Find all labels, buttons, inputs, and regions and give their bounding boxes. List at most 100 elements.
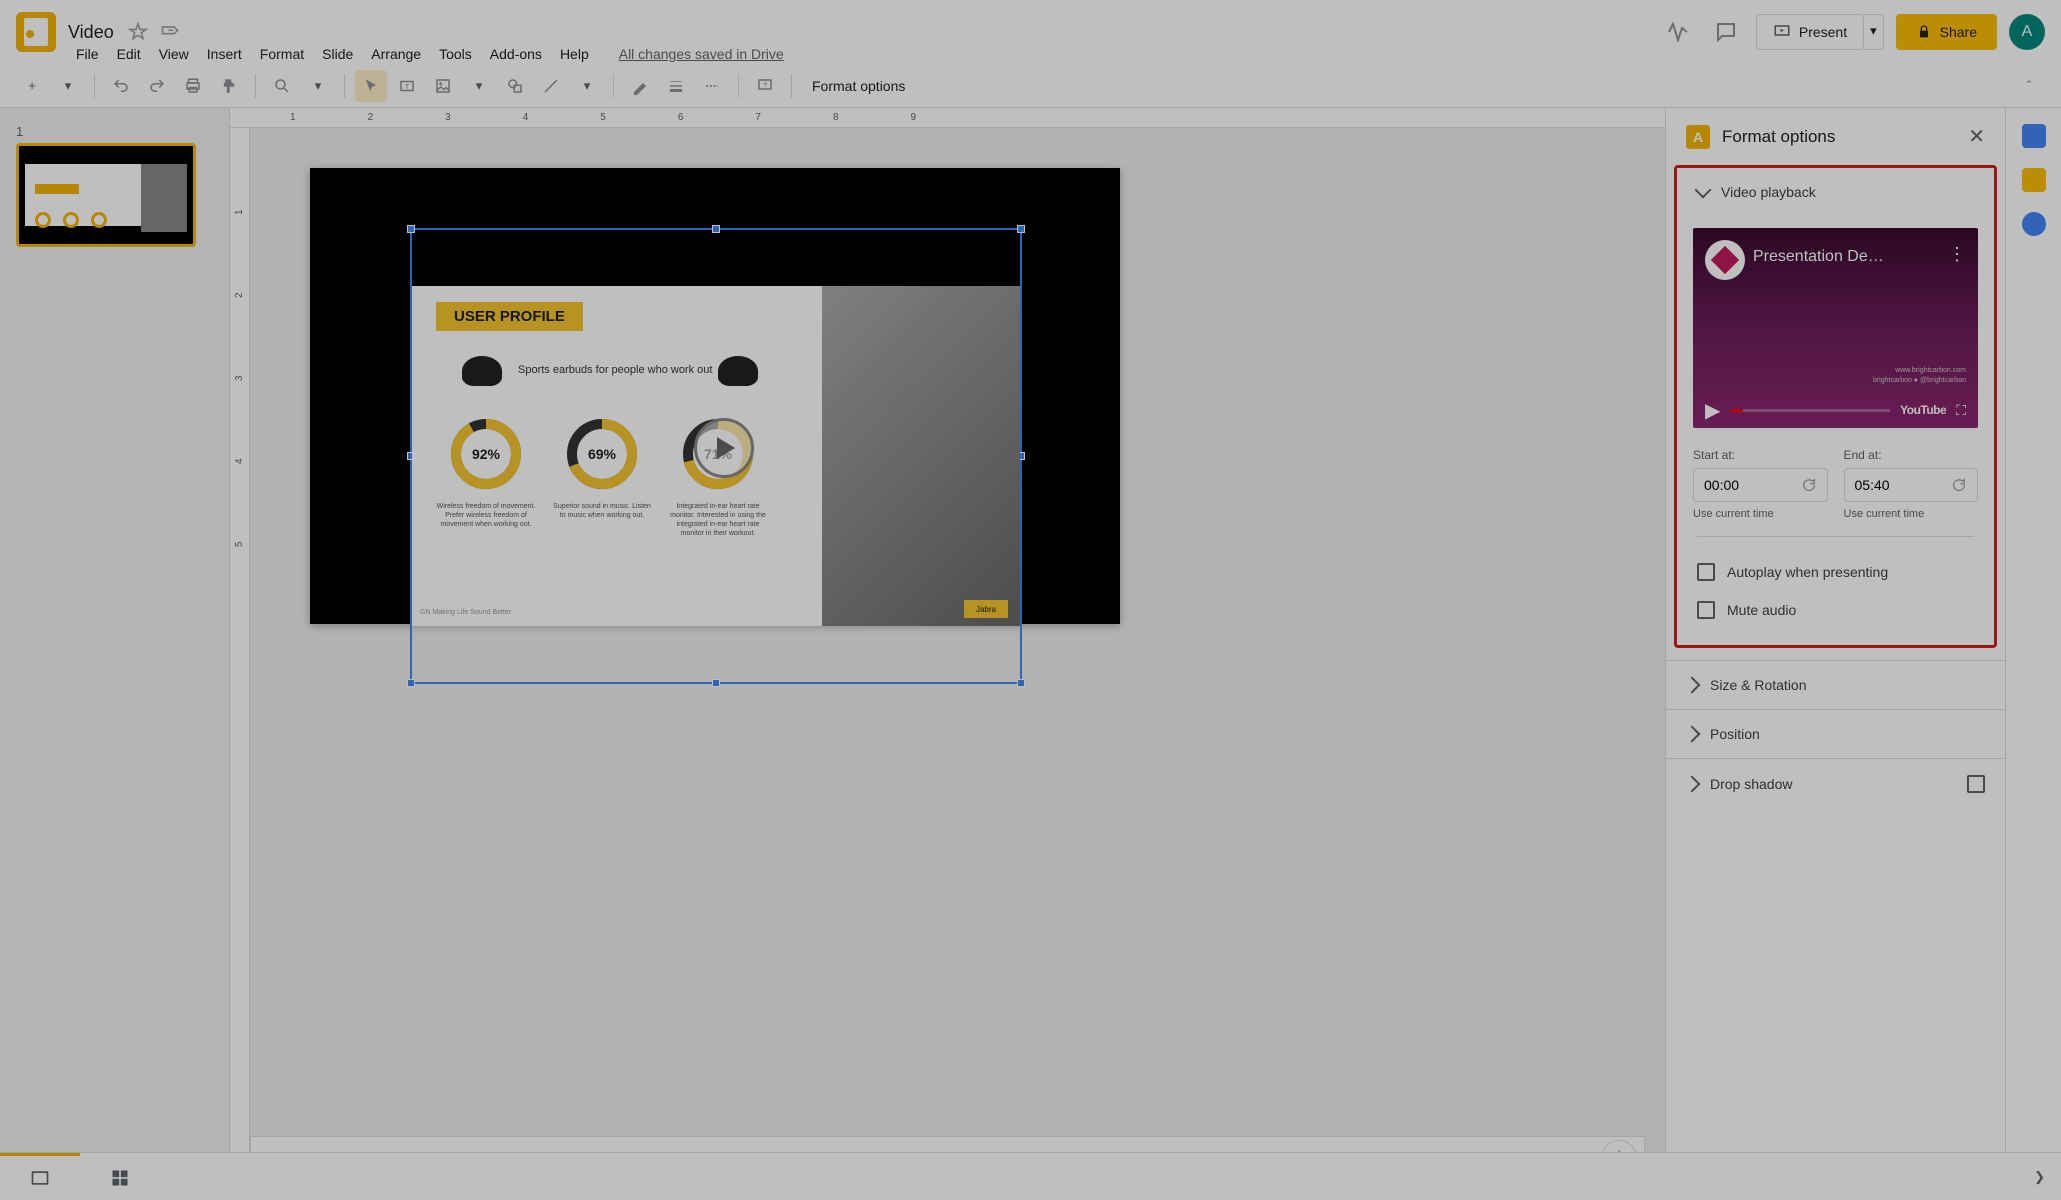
tasks-icon[interactable] <box>2022 212 2046 236</box>
border-weight-button[interactable] <box>660 70 692 102</box>
print-button[interactable] <box>177 70 209 102</box>
slide-canvas[interactable]: USER PROFILE Sports earbuds for people w… <box>310 168 1120 624</box>
present-dropdown[interactable]: ▾ <box>1864 14 1884 50</box>
svg-text:+: + <box>763 78 768 88</box>
menu-edit[interactable]: Edit <box>109 42 149 66</box>
menu-help[interactable]: Help <box>552 42 597 66</box>
slide-number: 1 <box>16 124 213 139</box>
menu-arrange[interactable]: Arrange <box>363 42 429 66</box>
select-tool[interactable] <box>355 70 387 102</box>
stat-desc: Wireless freedom of movement. Prefer wir… <box>436 502 536 529</box>
save-status[interactable]: All changes saved in Drive <box>611 42 792 66</box>
play-overlay-icon[interactable] <box>694 418 754 478</box>
autoplay-checkbox[interactable] <box>1697 563 1715 581</box>
stat-desc: Superior sound in music. Listen to music… <box>552 502 652 520</box>
menu-slide[interactable]: Slide <box>314 42 361 66</box>
selected-video-element[interactable]: USER PROFILE Sports earbuds for people w… <box>410 228 1022 684</box>
use-current-start[interactable]: Use current time <box>1693 508 1828 520</box>
paint-format-button[interactable] <box>213 70 245 102</box>
new-slide-dropdown[interactable]: ▾ <box>52 70 84 102</box>
zoom-dropdown[interactable]: ▾ <box>302 70 334 102</box>
resize-handle[interactable] <box>407 679 415 687</box>
video-preview[interactable]: Presentation De… ⋮ www.brightcarbon.comb… <box>1693 228 1978 428</box>
menu-tools[interactable]: Tools <box>431 42 480 66</box>
insert-comment-button[interactable]: + <box>749 70 781 102</box>
menu-addons[interactable]: Add-ons <box>482 42 550 66</box>
autoplay-label: Autoplay when presenting <box>1727 564 1888 580</box>
image-dropdown[interactable]: ▾ <box>463 70 495 102</box>
menu-format[interactable]: Format <box>252 42 312 66</box>
share-label: Share <box>1940 24 1977 40</box>
undo-button[interactable] <box>105 70 137 102</box>
resize-handle[interactable] <box>712 679 720 687</box>
grid-view-tab[interactable] <box>80 1153 160 1200</box>
collapse-toolbar-button[interactable]: ˆ <box>2013 70 2045 102</box>
comments-icon[interactable] <box>1708 14 1744 50</box>
activity-icon[interactable] <box>1660 14 1696 50</box>
video-playback-header[interactable]: Video playback <box>1677 168 1994 216</box>
move-icon[interactable] <box>160 22 180 42</box>
video-progress-bar[interactable] <box>1730 409 1890 412</box>
avatar[interactable]: A <box>2009 14 2045 50</box>
mute-row[interactable]: Mute audio <box>1677 591 1994 629</box>
fullscreen-button[interactable]: ⛶ <box>1956 402 1966 419</box>
refresh-icon[interactable] <box>1951 477 1967 493</box>
menu-view[interactable]: View <box>151 42 197 66</box>
keep-icon[interactable] <box>2022 168 2046 192</box>
use-current-end[interactable]: Use current time <box>1844 508 1979 520</box>
slide-thumbnail[interactable] <box>16 143 196 247</box>
line-tool[interactable] <box>535 70 567 102</box>
start-at-label: Start at: <box>1693 448 1828 462</box>
show-side-panel-button[interactable]: ❯ <box>2018 1169 2061 1185</box>
start-at-input[interactable] <box>1704 477 1801 493</box>
filmstrip-view-tab[interactable] <box>0 1153 80 1200</box>
format-options-button[interactable]: Format options <box>802 72 915 100</box>
video-playback-section: Video playback Presentation De… ⋮ www.br… <box>1674 165 1997 648</box>
border-color-button[interactable] <box>624 70 656 102</box>
resize-handle[interactable] <box>1017 225 1025 233</box>
present-button[interactable]: Present <box>1756 14 1864 50</box>
share-button[interactable]: Share <box>1896 14 1997 50</box>
redo-button[interactable] <box>141 70 173 102</box>
resize-handle[interactable] <box>407 225 415 233</box>
shape-tool[interactable] <box>499 70 531 102</box>
image-tool[interactable] <box>427 70 459 102</box>
present-icon <box>1773 23 1791 41</box>
drop-shadow-header[interactable]: Drop shadow <box>1666 759 2005 809</box>
close-panel-button[interactable]: ✕ <box>1968 124 1985 149</box>
border-dash-button[interactable] <box>696 70 728 102</box>
filmstrip: 1 <box>0 108 230 1200</box>
bottom-bar: ❯ <box>0 1152 2061 1200</box>
position-header[interactable]: Position <box>1666 710 2005 758</box>
line-dropdown[interactable]: ▾ <box>571 70 603 102</box>
menubar: File Edit View Insert Format Slide Arran… <box>68 42 792 66</box>
new-slide-button[interactable]: + <box>16 70 48 102</box>
size-rotation-header[interactable]: Size & Rotation <box>1666 661 2005 709</box>
textbox-tool[interactable]: T <box>391 70 423 102</box>
vertical-ruler: 12345 <box>230 128 250 1200</box>
stat-desc: Integrated in-ear heart rate monitor. In… <box>668 502 768 538</box>
star-icon[interactable] <box>128 22 148 42</box>
calendar-icon[interactable] <box>2022 124 2046 148</box>
section-title: Position <box>1710 726 1760 742</box>
toolbar: + ▾ ▾ T ▾ ▾ + Format options ˆ <box>0 64 2061 108</box>
document-title[interactable]: Video <box>68 22 114 43</box>
resize-handle[interactable] <box>712 225 720 233</box>
refresh-icon[interactable] <box>1801 477 1817 493</box>
video-menu-icon[interactable]: ⋮ <box>1948 244 1966 265</box>
user-profile-label: USER PROFILE <box>436 302 583 331</box>
chevron-right-icon <box>1684 677 1701 694</box>
zoom-button[interactable] <box>266 70 298 102</box>
start-at-input-wrap <box>1693 468 1828 502</box>
youtube-logo[interactable]: YouTube <box>1900 403 1946 417</box>
format-panel-icon: A <box>1686 125 1710 149</box>
play-button[interactable]: ▶ <box>1705 398 1720 423</box>
resize-handle[interactable] <box>1017 679 1025 687</box>
autoplay-row[interactable]: Autoplay when presenting <box>1677 553 1994 591</box>
drop-shadow-checkbox[interactable] <box>1967 775 1985 793</box>
end-at-input[interactable] <box>1855 477 1952 493</box>
slides-logo-icon[interactable] <box>16 12 56 52</box>
menu-file[interactable]: File <box>68 42 107 66</box>
menu-insert[interactable]: Insert <box>199 42 250 66</box>
mute-checkbox[interactable] <box>1697 601 1715 619</box>
